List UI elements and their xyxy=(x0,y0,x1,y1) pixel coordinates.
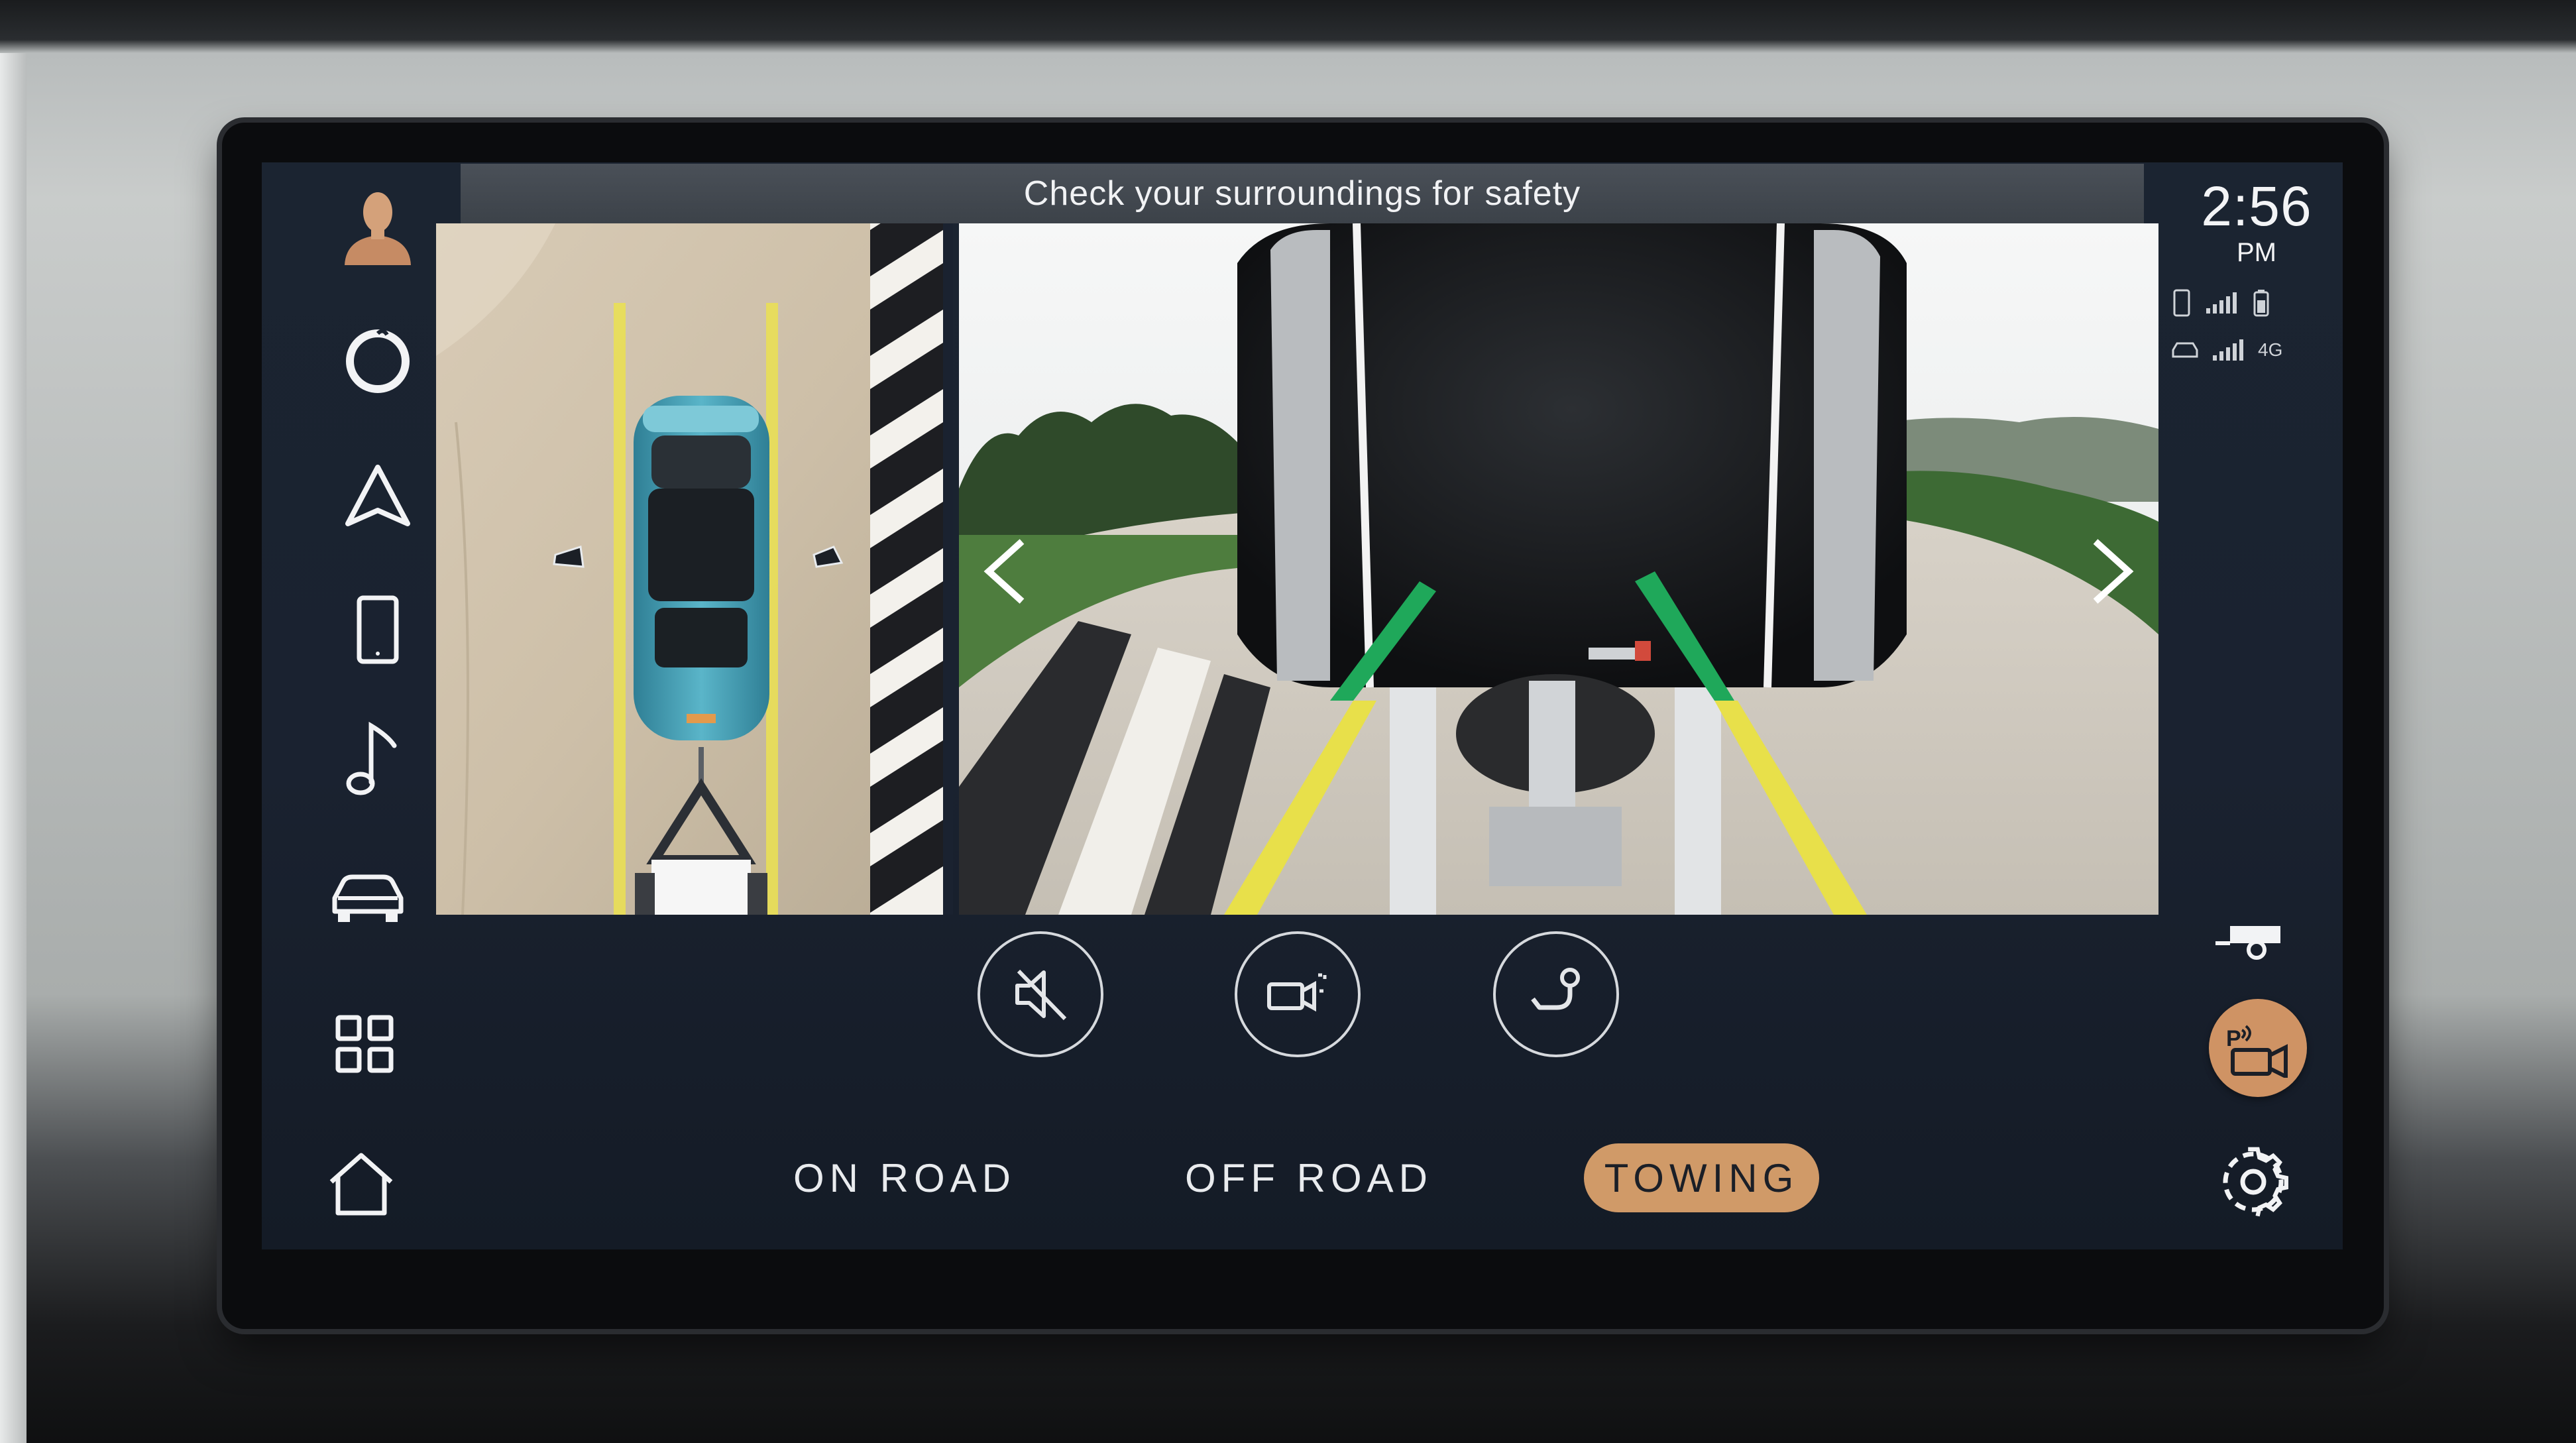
tow-hitch-button[interactable] xyxy=(1493,931,1619,1057)
mode-tab-towing[interactable]: TOWING xyxy=(1584,1143,1819,1212)
clock-ampm: PM xyxy=(2237,238,2276,267)
rear-camera-view[interactable] xyxy=(959,223,2158,915)
parking-camera-icon: P xyxy=(2226,1025,2288,1078)
phone-status-row xyxy=(2170,288,2271,317)
parking-camera-button[interactable]: P xyxy=(2209,999,2307,1097)
phone-icon[interactable] xyxy=(338,590,418,669)
parking-camera-label: P xyxy=(2226,1026,2241,1051)
gear-icon[interactable] xyxy=(2213,1142,2293,1222)
signal-bars-icon xyxy=(2206,292,2237,314)
vehicle-status-row: 4G xyxy=(2170,338,2282,362)
grid-icon[interactable] xyxy=(325,1004,404,1084)
camera-guides-button[interactable] xyxy=(1235,931,1361,1057)
car-icon[interactable] xyxy=(325,858,411,938)
home-icon[interactable] xyxy=(318,1143,404,1223)
user-avatar-icon[interactable] xyxy=(338,182,418,268)
tow-hitch-icon xyxy=(1531,968,1580,1010)
car-status-icon xyxy=(2172,342,2198,358)
speaker-muted-icon xyxy=(1015,969,1067,1021)
battery-icon xyxy=(2253,290,2269,317)
network-type-label: 4G xyxy=(2258,339,2283,360)
infotainment-screen: Check your surroundings for safety 2:56 … xyxy=(262,162,2343,1249)
clock: 2:56 PM xyxy=(2180,174,2333,267)
signal-bars-icon xyxy=(2213,339,2243,361)
safety-banner: Check your surroundings for safety xyxy=(461,164,2144,223)
navigation-arrow-icon[interactable] xyxy=(338,457,418,537)
camera-guides-icon xyxy=(1267,973,1327,1012)
trailer-icon[interactable] xyxy=(2210,911,2290,964)
chevron-left-icon[interactable] xyxy=(979,535,1032,608)
dashboard-trim xyxy=(0,53,27,1443)
mute-button[interactable] xyxy=(978,931,1103,1057)
chevron-right-icon[interactable] xyxy=(2086,535,2139,608)
music-note-icon[interactable] xyxy=(331,716,411,802)
ring-icon[interactable] xyxy=(338,321,418,401)
mode-tab-on-road[interactable]: ON ROAD xyxy=(785,1143,1024,1212)
top-down-camera-view[interactable] xyxy=(436,223,953,915)
mode-tab-off-road[interactable]: OFF ROAD xyxy=(1183,1143,1435,1212)
phone-status-icon xyxy=(2173,289,2190,317)
clock-time: 2:56 xyxy=(2201,175,2312,237)
